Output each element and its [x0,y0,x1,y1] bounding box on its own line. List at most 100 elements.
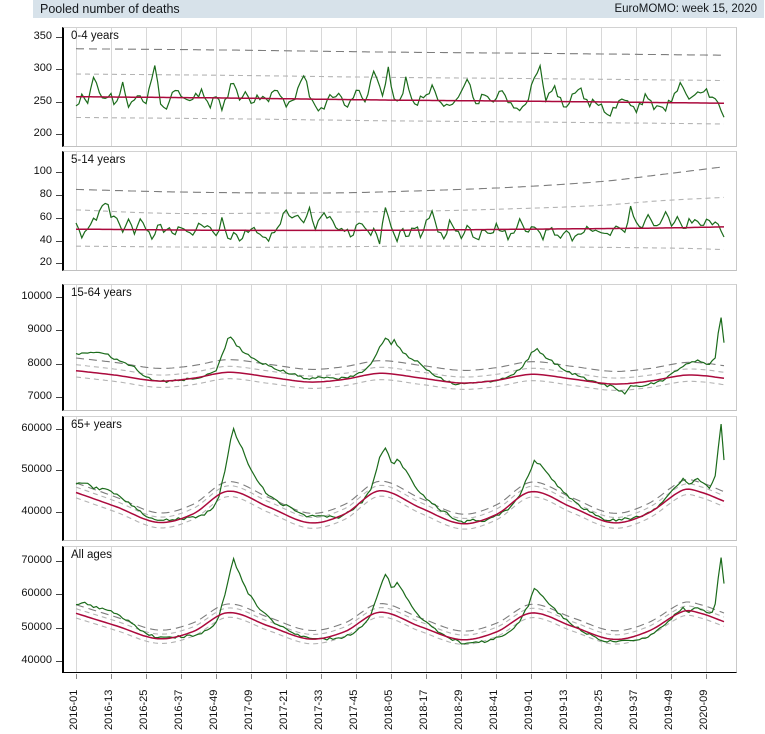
y-tick-label: 100 [0,165,52,177]
header-bar: Pooled number of deaths EuroMOMO: week 1… [33,0,764,18]
y-tick-mark [56,241,62,242]
y-tick-label: 40 [0,234,52,246]
x-tick-mark [636,674,637,679]
observed-deaths-line [76,558,724,644]
chart-panel-65-years: 65+ years [62,416,737,541]
x-tick-mark [286,674,287,679]
x-tick-mark [391,674,392,679]
y-tick-mark [56,297,62,298]
x-tick-label: 2016-49 [208,682,220,730]
x-tick-mark [426,674,427,679]
y-tick-mark [56,661,62,662]
x-tick-label: 2017-21 [278,682,290,730]
y-tick-label: 200 [0,127,52,139]
x-tick-mark [216,674,217,679]
x-tick-mark [461,674,462,679]
substantial-increase-threshold-line [76,49,724,56]
x-tick-mark [601,674,602,679]
panel-title: 65+ years [71,419,122,431]
x-tick-mark [706,674,707,679]
panel-title: 15-64 years [71,287,132,299]
y-tick-mark [56,512,62,513]
x-tick-label: 2019-49 [663,682,675,730]
x-tick-mark [111,674,112,679]
y-tick-mark [56,172,62,173]
y-tick-mark [56,470,62,471]
y-tick-label: 300 [0,62,52,74]
baseline-line [76,611,724,640]
chart-panel-15-64-years: 15-64 years [62,284,737,411]
panel-plot-svg [64,285,736,410]
x-tick-label: 2017-09 [243,682,255,730]
y-tick-mark [56,37,62,38]
x-tick-label: 2016-37 [173,682,185,730]
x-tick-label: 2018-17 [418,682,430,730]
x-tick-label: 2016-25 [138,682,150,730]
x-tick-label: 2019-25 [593,682,605,730]
z-score-upper-line [76,365,724,378]
y-tick-label: 350 [0,30,52,42]
x-tick-label: 2018-41 [488,682,500,730]
x-tick-mark [321,674,322,679]
x-tick-label: 2016-01 [68,682,80,730]
x-tick-mark [531,674,532,679]
y-tick-label: 10000 [0,290,52,302]
x-tick-label: 2020-09 [698,682,710,730]
z-score-lower-line [76,118,724,125]
y-tick-mark [56,330,62,331]
y-tick-mark [56,628,62,629]
x-tick-mark [76,674,77,679]
y-tick-label: 80 [0,188,52,200]
y-tick-label: 9000 [0,323,52,335]
panel-plot-svg [64,547,736,672]
x-tick-label: 2019-37 [628,682,640,730]
x-tick-label: 2018-05 [383,682,395,730]
observed-deaths-line [76,66,724,118]
baseline-line [76,97,724,104]
y-tick-mark [56,195,62,196]
y-tick-mark [56,134,62,135]
x-tick-mark [566,674,567,679]
y-tick-mark [56,102,62,103]
substantial-increase-threshold-line [76,167,724,193]
z-score-lower-line [76,246,724,249]
y-tick-mark [56,429,62,430]
y-tick-mark [56,218,62,219]
y-tick-label: 8000 [0,357,52,369]
euromomo-graph-page: Pooled number of deaths EuroMOMO: week 1… [0,0,765,734]
x-tick-mark [671,674,672,679]
x-tick-label: 2019-01 [523,682,535,730]
x-tick-mark [251,674,252,679]
page-title: Pooled number of deaths [40,2,180,16]
y-tick-mark [56,263,62,264]
baseline-line [76,371,724,384]
x-tick-mark [356,674,357,679]
observed-deaths-line [76,424,724,523]
z-score-upper-line [76,484,724,519]
x-tick-mark [146,674,147,679]
z-score-upper-line [76,74,724,81]
x-tick-label: 2016-13 [103,682,115,730]
chart-panel-5-14-years: 5-14 years [62,151,737,271]
y-tick-mark [56,69,62,70]
y-tick-label: 60000 [0,587,52,599]
substantial-increase-threshold-line [76,602,724,631]
observed-deaths-line [76,203,724,244]
y-tick-mark [56,594,62,595]
x-tick-label: 2019-13 [558,682,570,730]
y-tick-mark [56,364,62,365]
y-tick-label: 70000 [0,554,52,566]
chart-panel-0-4-years: 0-4 years [62,27,737,147]
x-tick-mark [181,674,182,679]
y-tick-label: 50000 [0,621,52,633]
y-tick-label: 40000 [0,654,52,666]
y-tick-label: 250 [0,95,52,107]
y-tick-label: 60 [0,211,52,223]
x-tick-label: 2017-45 [348,682,360,730]
z-score-upper-line [76,606,724,635]
panel-plot-svg [64,28,736,146]
y-tick-label: 7000 [0,390,52,402]
x-tick-label: 2017-33 [313,682,325,730]
panel-title: 5-14 years [71,154,125,166]
y-tick-label: 60000 [0,422,52,434]
